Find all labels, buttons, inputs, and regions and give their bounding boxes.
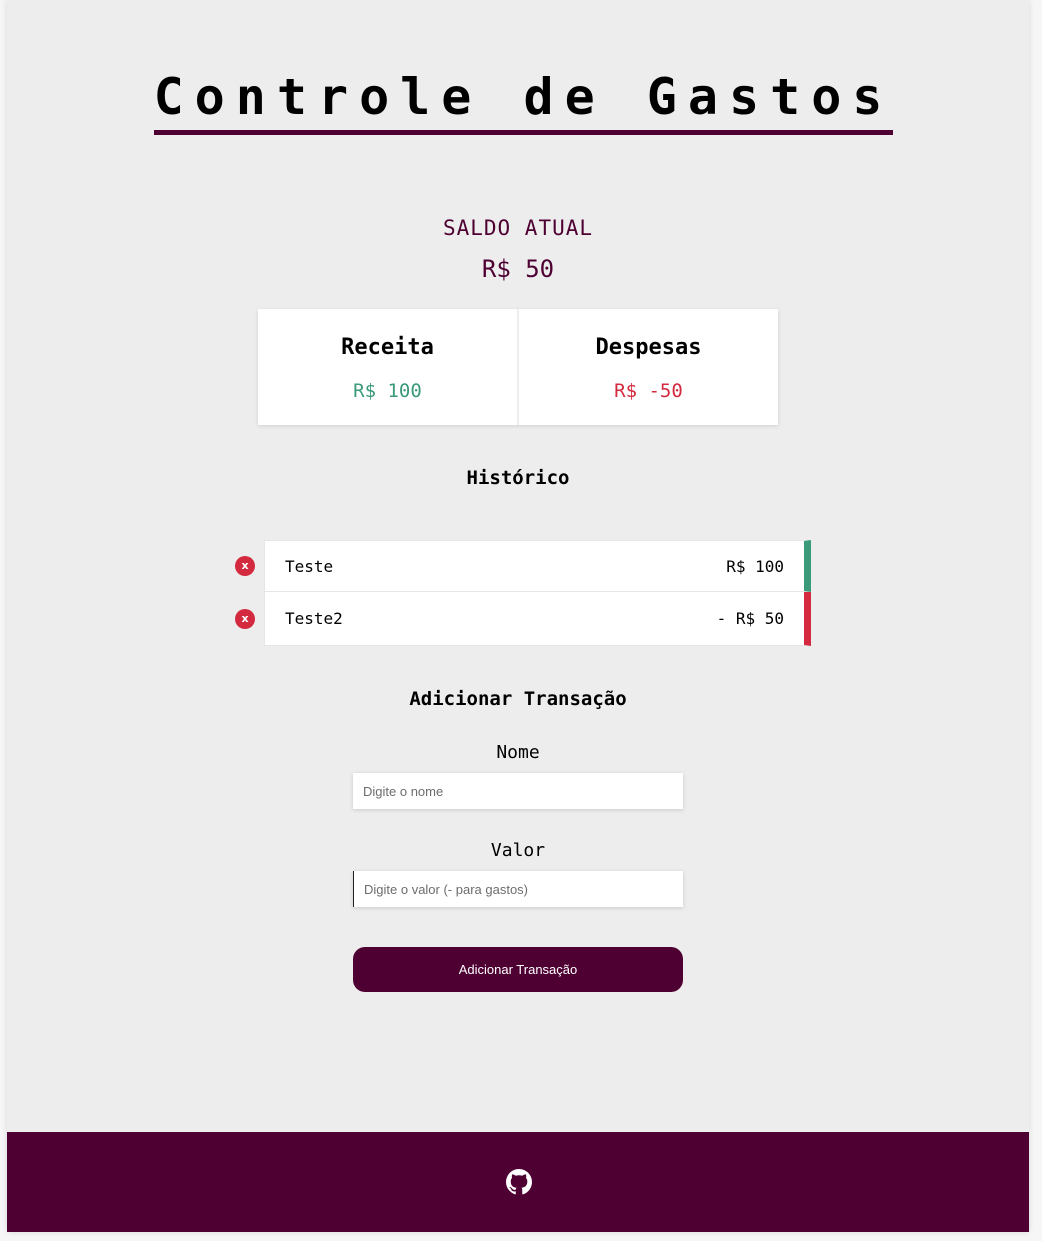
expense-box: Despesas R$ -50 [517,309,778,425]
balance-value: R$ 50 [481,255,555,283]
balance-label: SALDO ATUAL [442,216,594,240]
add-transaction-button[interactable]: Adicionar Transação [353,947,683,992]
expense-label: Despesas [595,335,702,360]
transaction-name: Teste [285,556,334,576]
value-label: Valor [490,840,546,861]
delete-button[interactable]: x [235,556,255,576]
history-title: Histórico [466,467,570,489]
expense-value: R$ -50 [614,380,683,402]
income-value: R$ 100 [353,380,422,402]
income-label: Receita [341,335,434,360]
page-title: Controle de Gastos [153,68,894,135]
delete-button[interactable]: x [235,608,255,629]
history-list: x Teste R$ 100 x Teste2 - R$ 50 [235,540,811,646]
footer [7,1132,1029,1232]
github-icon[interactable] [506,1169,532,1195]
page: Controle de Gastos SALDO ATUAL R$ 50 Rec… [7,0,1029,1232]
header: Controle de Gastos [7,68,1029,135]
list-item: x Teste R$ 100 [235,540,811,592]
income-box: Receita R$ 100 [258,309,517,425]
transaction-name: Teste2 [285,609,343,628]
name-input[interactable] [353,773,683,809]
transaction-amount: - R$ 50 [716,609,784,628]
name-label: Nome [496,742,540,763]
transaction-amount: R$ 100 [726,556,784,576]
add-transaction-title: Adicionar Transação [409,688,627,710]
value-input[interactable] [353,871,683,907]
summary-card: Receita R$ 100 Despesas R$ -50 [258,309,778,425]
list-item: x Teste2 - R$ 50 [235,592,811,646]
